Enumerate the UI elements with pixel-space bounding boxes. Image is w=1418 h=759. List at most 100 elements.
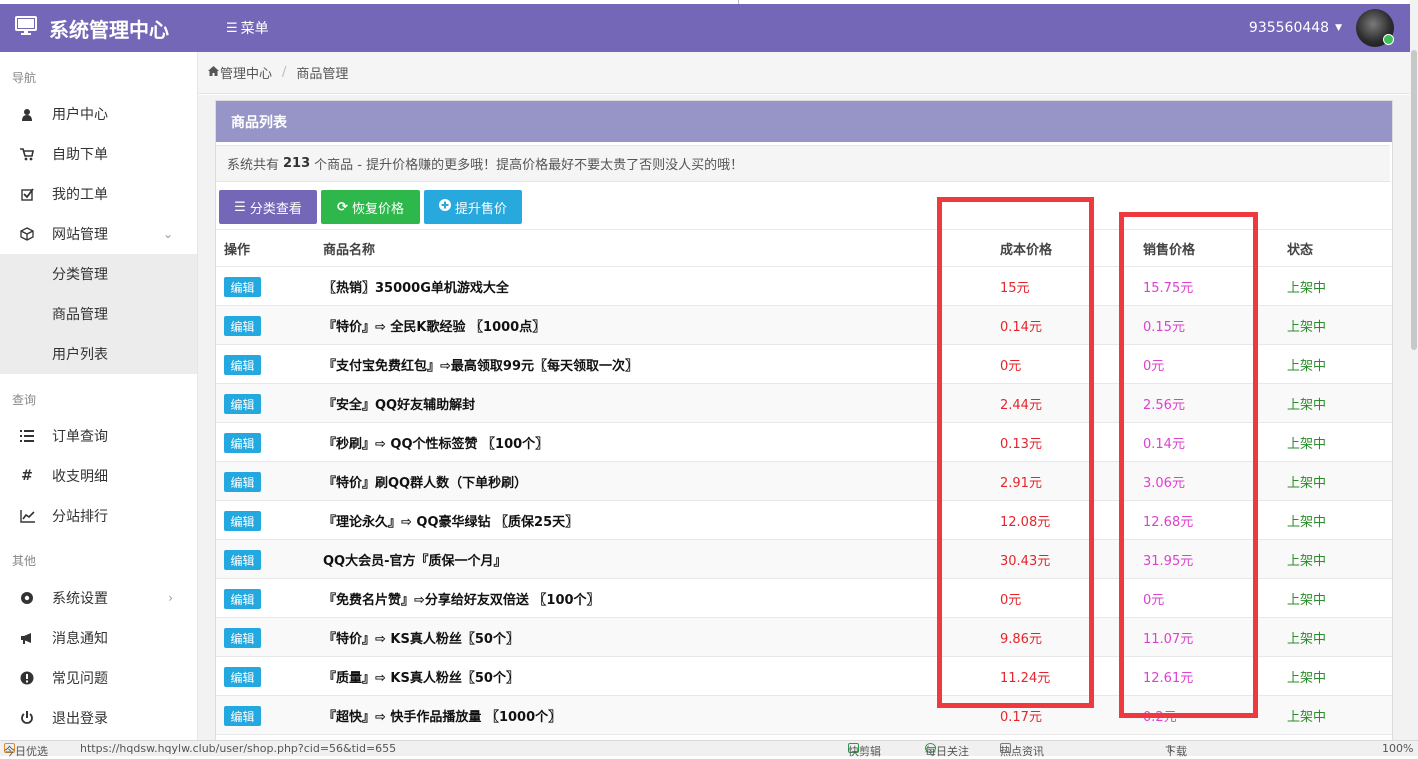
- sidebar-item-label: 网站管理: [52, 227, 108, 243]
- sidebar-item-order-query[interactable]: 订单查询: [0, 416, 197, 456]
- raise-price-button[interactable]: 提升售价: [424, 190, 522, 224]
- status-left-label: 今日优选: [4, 745, 48, 758]
- sidebar-section-nav: 导航: [12, 71, 37, 85]
- power-icon: [0, 711, 52, 725]
- line-chart-icon: [0, 509, 52, 523]
- bars-icon: ☰: [226, 20, 238, 36]
- chevron-right-icon: ›: [168, 591, 173, 605]
- edit-button[interactable]: 编辑: [224, 628, 261, 648]
- sidebar-item-faq[interactable]: 常见问题: [0, 658, 197, 698]
- sidebar-section-query: 查询: [12, 393, 37, 407]
- edit-button[interactable]: 编辑: [224, 667, 261, 687]
- status-label: 上架中: [1287, 515, 1327, 530]
- status-label: 上架中: [1287, 554, 1327, 569]
- list-icon: [0, 430, 52, 442]
- page-scrollbar[interactable]: [1410, 0, 1418, 755]
- edit-button[interactable]: 编辑: [224, 355, 261, 375]
- sidebar-item-label: 我的工单: [52, 187, 108, 203]
- bars-icon: ☰: [234, 199, 246, 215]
- status-item-label: 快剪辑: [848, 745, 881, 758]
- notice-prefix: 系统共有: [227, 158, 280, 173]
- sidebar-item-site-management[interactable]: 网站管理 ⌄: [0, 214, 197, 254]
- product-name: 〖热销〗35000G单机游戏大全: [323, 281, 509, 296]
- sidebar-item-my-tickets[interactable]: 我的工单: [0, 174, 197, 214]
- edit-button[interactable]: 编辑: [224, 316, 261, 336]
- breadcrumb-home[interactable]: 管理中心: [220, 63, 272, 82]
- sidebar-item-self-order[interactable]: 自助下单: [0, 134, 197, 174]
- browser-status-bar: 今日优选 https://hqdsw.hqylw.club/user/shop.…: [0, 740, 1418, 758]
- button-label: 分类查看: [249, 201, 302, 217]
- edit-button[interactable]: 编辑: [224, 394, 261, 414]
- status-url: https://hqdsw.hqylw.club/user/shop.php?c…: [80, 742, 397, 755]
- status-item-label: 热点资讯: [1000, 745, 1044, 758]
- status-zoom[interactable]: 100%: [1382, 742, 1413, 755]
- restore-price-button[interactable]: ⟳ 恢复价格: [321, 190, 420, 224]
- product-name: 『安全』QQ好友辅助解封: [323, 398, 476, 413]
- sidebar-item-label: 订单查询: [52, 429, 108, 445]
- status-label: 上架中: [1287, 476, 1327, 491]
- button-label: 恢复价格: [351, 201, 404, 217]
- edit-button[interactable]: 编辑: [224, 589, 261, 609]
- status-label: 上架中: [1287, 710, 1327, 725]
- sidebar-item-label: 收支明细: [52, 469, 108, 485]
- col-status: 状态: [1287, 242, 1314, 258]
- sidebar-item-notifications[interactable]: 消息通知: [0, 618, 197, 658]
- row-divider: [216, 734, 1392, 735]
- edit-button[interactable]: 编辑: [224, 472, 261, 492]
- breadcrumb: 管理中心 / 商品管理: [198, 52, 1410, 94]
- sidebar-item-logout[interactable]: 退出登录: [0, 698, 197, 738]
- sidebar-item-label: 退出登录: [52, 711, 108, 727]
- cube-icon: [0, 227, 52, 241]
- status-label: 上架中: [1287, 359, 1327, 374]
- edit-button[interactable]: 编辑: [224, 706, 261, 726]
- button-label: 提升售价: [454, 201, 507, 217]
- online-dot-icon: [1383, 34, 1394, 45]
- status-item-label: 每日关注: [925, 745, 969, 758]
- edit-button[interactable]: 编辑: [224, 433, 261, 453]
- sidebar-item-label: 常见问题: [52, 671, 108, 687]
- monitor-icon: [15, 15, 49, 41]
- status-label: 上架中: [1287, 632, 1327, 647]
- sale-highlight-box: [1119, 212, 1258, 718]
- col-action: 操作: [224, 242, 251, 258]
- status-label: 上架中: [1287, 437, 1327, 452]
- category-view-button[interactable]: ☰ 分类查看: [219, 190, 317, 224]
- sidebar-item-ranking[interactable]: 分站排行: [0, 496, 197, 536]
- user-menu[interactable]: 935560448 ▼: [1249, 4, 1394, 52]
- notice-suffix: 个商品 - 提升价格赚的更多哦！提高价格最好不要太贵了否则没人买的哦！: [314, 158, 744, 173]
- edit-button[interactable]: 编辑: [224, 277, 261, 297]
- status-label: 上架中: [1287, 671, 1327, 686]
- product-name: 『超快』⇨ 快手作品播放量 〖1000个〗: [323, 710, 562, 725]
- brand[interactable]: 系统管理中心: [15, 4, 169, 52]
- sidebar-item-label: 分站排行: [52, 509, 108, 525]
- plus-circle-icon: [438, 199, 451, 215]
- chevron-down-icon: ⌄: [162, 227, 173, 241]
- sidebar-item-settings[interactable]: 系统设置 ›: [0, 578, 197, 618]
- settings-icon: [0, 591, 52, 605]
- status-label: 上架中: [1287, 320, 1327, 335]
- panel-title: 商品列表: [216, 101, 1392, 142]
- product-name: 『理论永久』⇨ QQ豪华绿钻 〖质保25天〗: [323, 515, 579, 530]
- cost-highlight-box: [937, 197, 1094, 708]
- notice-bar: 系统共有 213 个商品 - 提升价格赚的更多哦！提高价格最好不要太贵了否则没人…: [216, 145, 1390, 182]
- scrollbar-thumb[interactable]: [1411, 50, 1417, 350]
- status-item-label: 下载: [1165, 745, 1187, 758]
- caret-down-icon: ▼: [1335, 23, 1342, 33]
- sidebar-subitem-category[interactable]: 分类管理: [0, 254, 197, 294]
- product-name: 『质量』⇨ KS真人粉丝〖50个〗: [323, 671, 519, 686]
- menu-toggle-button[interactable]: ☰ 菜单: [226, 4, 269, 52]
- sidebar-item-label: 自助下单: [52, 147, 108, 163]
- sidebar-item-user-center[interactable]: 用户中心: [0, 94, 197, 134]
- avatar[interactable]: [1356, 9, 1394, 47]
- status-label: 上架中: [1287, 398, 1327, 413]
- sidebar-subitem-users[interactable]: 用户列表: [0, 334, 197, 374]
- hash-icon: #: [21, 468, 33, 484]
- sidebar-item-label: 消息通知: [52, 631, 108, 647]
- edit-button[interactable]: 编辑: [224, 550, 261, 570]
- sidebar-subitem-products[interactable]: 商品管理: [0, 294, 197, 334]
- status-label: 上架中: [1287, 593, 1327, 608]
- sidebar: 导航 用户中心 自助下单 我的工单 网站管理 ⌄ 分类管理 商品管理 用户列表 …: [0, 52, 198, 740]
- edit-button[interactable]: 编辑: [224, 511, 261, 531]
- product-name: QQ大会员-官方『质保一个月』: [323, 554, 507, 569]
- sidebar-item-finance[interactable]: # 收支明细: [0, 456, 197, 496]
